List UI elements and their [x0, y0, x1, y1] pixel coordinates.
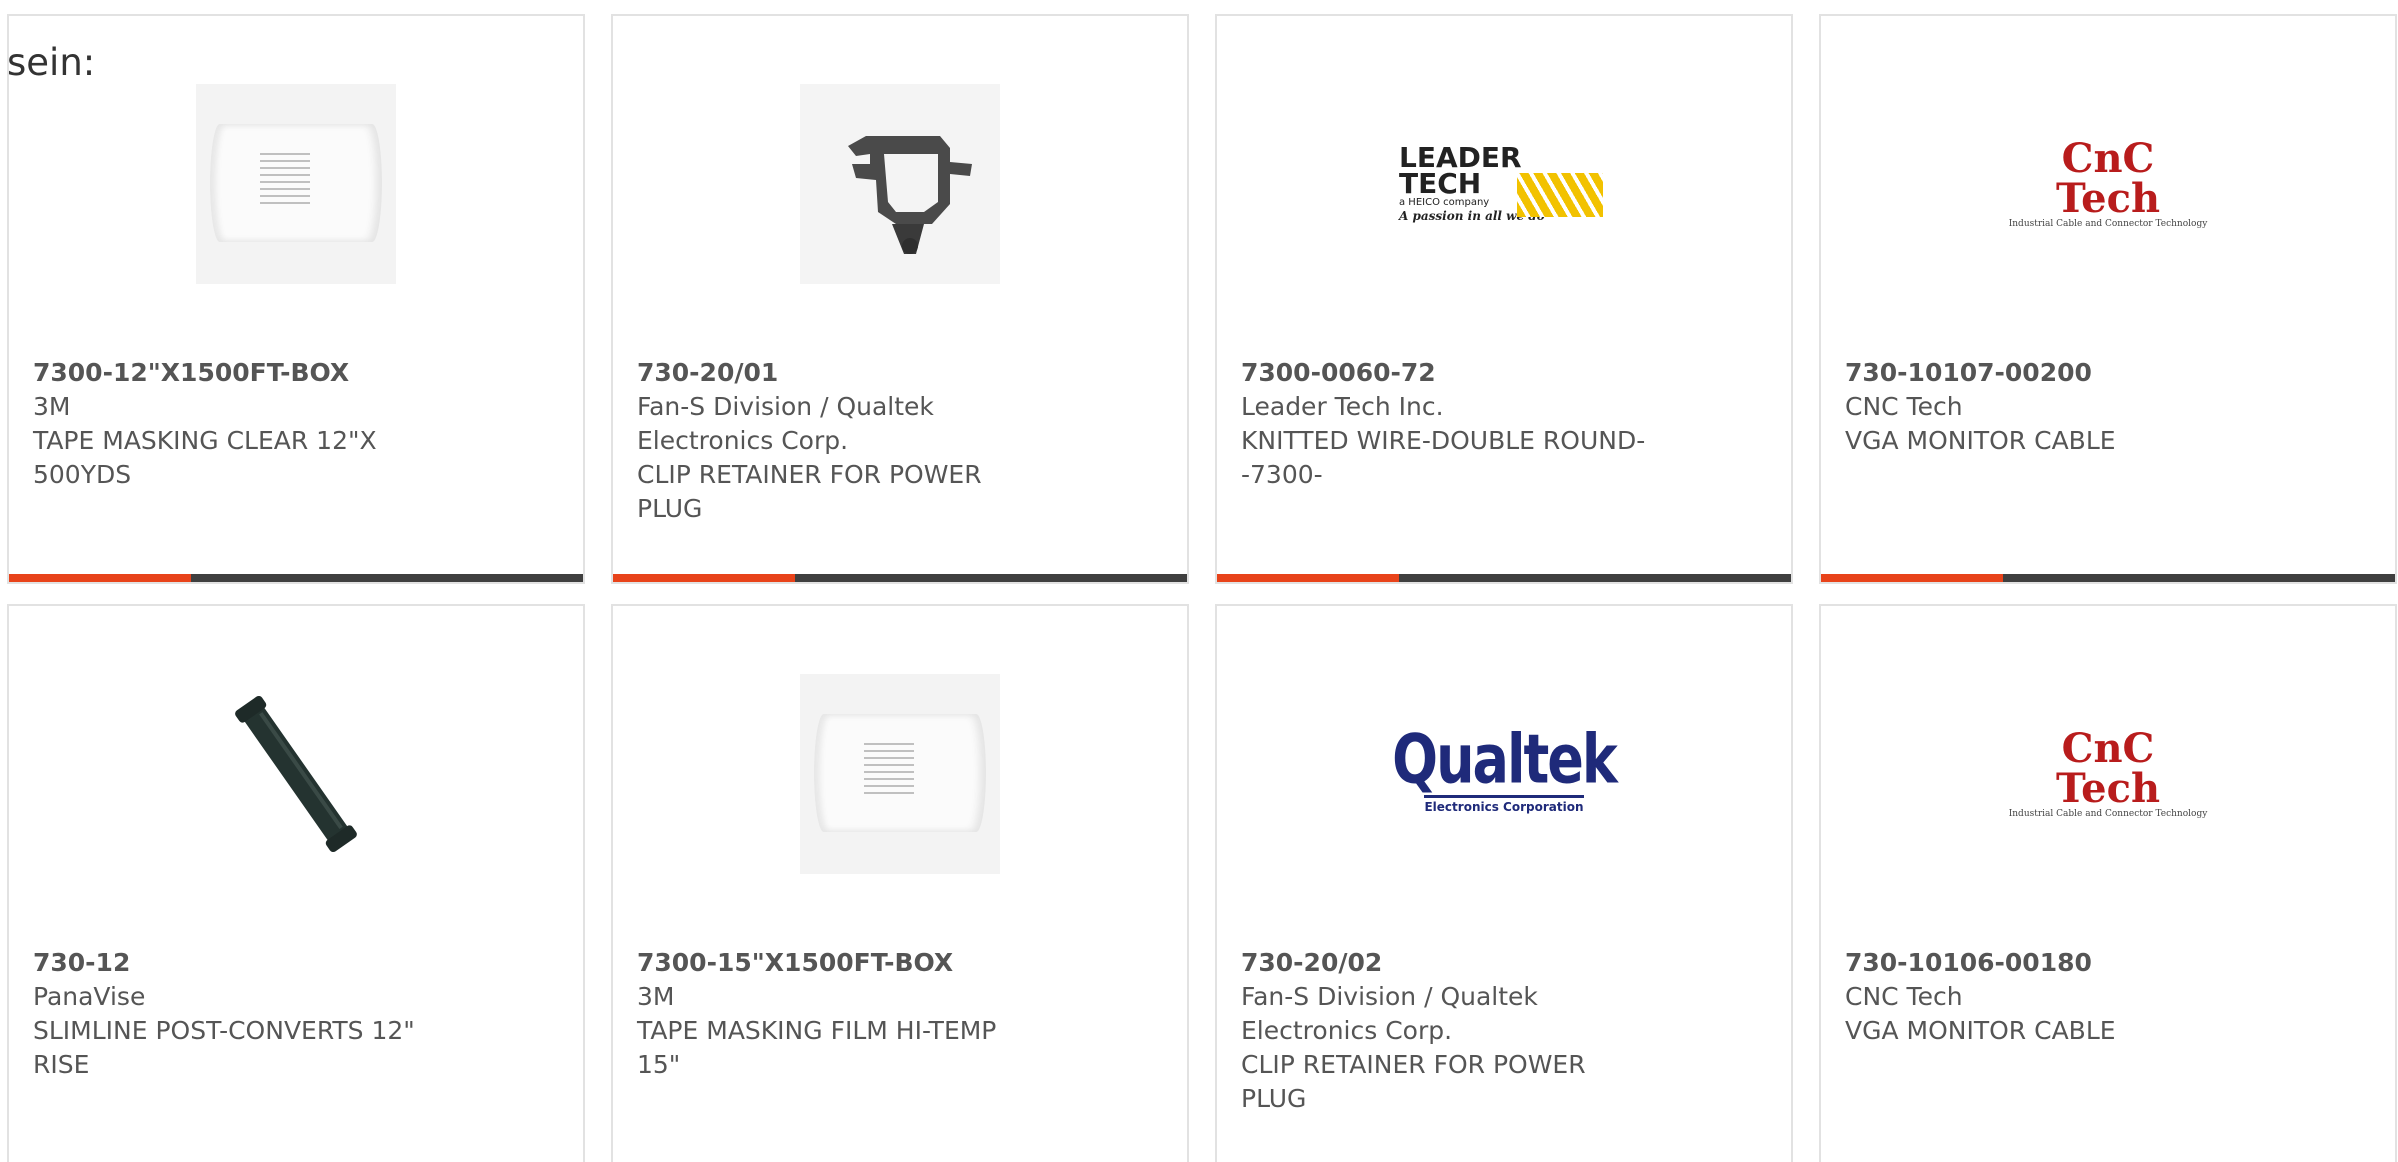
part-number-link[interactable]: 7300-0060-72	[1241, 356, 1661, 390]
product-image[interactable]	[800, 84, 1000, 284]
manufacturer: 3M	[637, 982, 675, 1011]
product-listing-page: 7300-12"X1500FT-BOX 3M TAPE MASKING CLEA…	[0, 0, 2398, 1162]
part-number-link[interactable]: 730-12	[33, 946, 453, 980]
product-card[interactable]: CnC Tech Industrial Cable and Connector …	[1819, 604, 2397, 1162]
product-card[interactable]: CnC Tech Industrial Cable and Connector …	[1819, 14, 2397, 584]
product-info: 730-10106-00180 CNC Tech VGA MONITOR CAB…	[1845, 946, 2265, 1048]
intro-text: sein:	[7, 41, 96, 84]
description: CLIP RETAINER FOR POWER PLUG	[1241, 1050, 1586, 1113]
manufacturer: Leader Tech Inc.	[1241, 392, 1444, 421]
product-card[interactable]: 7300-15"X1500FT-BOX 3M TAPE MASKING FILM…	[611, 604, 1189, 1162]
product-image[interactable]: CnC Tech Industrial Cable and Connector …	[2008, 674, 2208, 874]
product-card[interactable]: 7300-12"X1500FT-BOX 3M TAPE MASKING CLEA…	[7, 14, 585, 584]
product-image[interactable]	[196, 84, 396, 284]
product-card[interactable]: LEADER TECH a HEICO company A passion in…	[1215, 14, 1793, 584]
product-card[interactable]: 730-20/01 Fan-S Division / Qualtek Elect…	[611, 14, 1189, 584]
description: KNITTED WIRE-DOUBLE ROUND- -7300-	[1241, 426, 1646, 489]
product-grid: 7300-12"X1500FT-BOX 3M TAPE MASKING CLEA…	[7, 14, 2397, 1162]
tape-roll-image	[800, 674, 1000, 874]
cnc-tech-logo: CnC Tech Industrial Cable and Connector …	[2008, 725, 2208, 820]
part-number-link[interactable]: 7300-12"X1500FT-BOX	[33, 356, 453, 390]
description: TAPE MASKING CLEAR 12"X 500YDS	[33, 426, 377, 489]
product-image[interactable]	[800, 674, 1000, 874]
product-card[interactable]: Qualtek Electronics Corporation 730-20/0…	[1215, 604, 1793, 1162]
part-number-link[interactable]: 730-20/02	[1241, 946, 1661, 980]
card-footer-bar	[613, 574, 1187, 582]
part-number-link[interactable]: 730-20/01	[637, 356, 1057, 390]
post-tube-image	[196, 674, 396, 874]
description: TAPE MASKING FILM HI-TEMP 15"	[637, 1016, 997, 1079]
cnc-tech-logo: CnC Tech Industrial Cable and Connector …	[2008, 135, 2208, 230]
product-image[interactable]: CnC Tech Industrial Cable and Connector …	[2008, 84, 2208, 284]
part-number-link[interactable]: 730-10107-00200	[1845, 356, 2265, 390]
manufacturer: PanaVise	[33, 982, 146, 1011]
qualtek-logo: Qualtek Electronics Corporation	[1392, 719, 1618, 814]
product-info: 730-10107-00200 CNC Tech VGA MONITOR CAB…	[1845, 356, 2265, 458]
part-number-link[interactable]: 7300-15"X1500FT-BOX	[637, 946, 1057, 980]
tape-roll-image	[196, 84, 396, 284]
description: VGA MONITOR CABLE	[1845, 1016, 2116, 1045]
manufacturer: Fan-S Division / Qualtek Electronics Cor…	[637, 392, 934, 455]
card-footer-bar	[1217, 574, 1791, 582]
manufacturer: 3M	[33, 392, 71, 421]
product-info: 730-12 PanaVise SLIMLINE POST-CONVERTS 1…	[33, 946, 453, 1082]
card-accent-bar	[1821, 574, 2003, 582]
clip-retainer-image	[800, 84, 1000, 284]
manufacturer: Fan-S Division / Qualtek Electronics Cor…	[1241, 982, 1538, 1045]
card-footer-bar	[9, 574, 583, 582]
manufacturer: CNC Tech	[1845, 982, 1963, 1011]
leader-tech-logo: LEADER TECH a HEICO company A passion in…	[1399, 84, 1609, 284]
product-info: 730-20/01 Fan-S Division / Qualtek Elect…	[637, 356, 1057, 526]
product-info: 7300-15"X1500FT-BOX 3M TAPE MASKING FILM…	[637, 946, 1057, 1082]
card-footer-bar	[1821, 574, 2395, 582]
product-image[interactable]: Qualtek Electronics Corporation	[1392, 674, 1618, 874]
description: CLIP RETAINER FOR POWER PLUG	[637, 460, 982, 523]
product-card[interactable]: 730-12 PanaVise SLIMLINE POST-CONVERTS 1…	[7, 604, 585, 1162]
product-image[interactable]	[196, 674, 396, 874]
description: SLIMLINE POST-CONVERTS 12" RISE	[33, 1016, 415, 1079]
description: VGA MONITOR CABLE	[1845, 426, 2116, 455]
product-info: 730-20/02 Fan-S Division / Qualtek Elect…	[1241, 946, 1661, 1116]
product-image[interactable]: LEADER TECH a HEICO company A passion in…	[1399, 84, 1604, 284]
part-number-link[interactable]: 730-10106-00180	[1845, 946, 2265, 980]
card-accent-bar	[613, 574, 795, 582]
manufacturer: CNC Tech	[1845, 392, 1963, 421]
card-accent-bar	[9, 574, 191, 582]
product-info: 7300-0060-72 Leader Tech Inc. KNITTED WI…	[1241, 356, 1661, 492]
card-accent-bar	[1217, 574, 1399, 582]
product-info: 7300-12"X1500FT-BOX 3M TAPE MASKING CLEA…	[33, 356, 453, 492]
